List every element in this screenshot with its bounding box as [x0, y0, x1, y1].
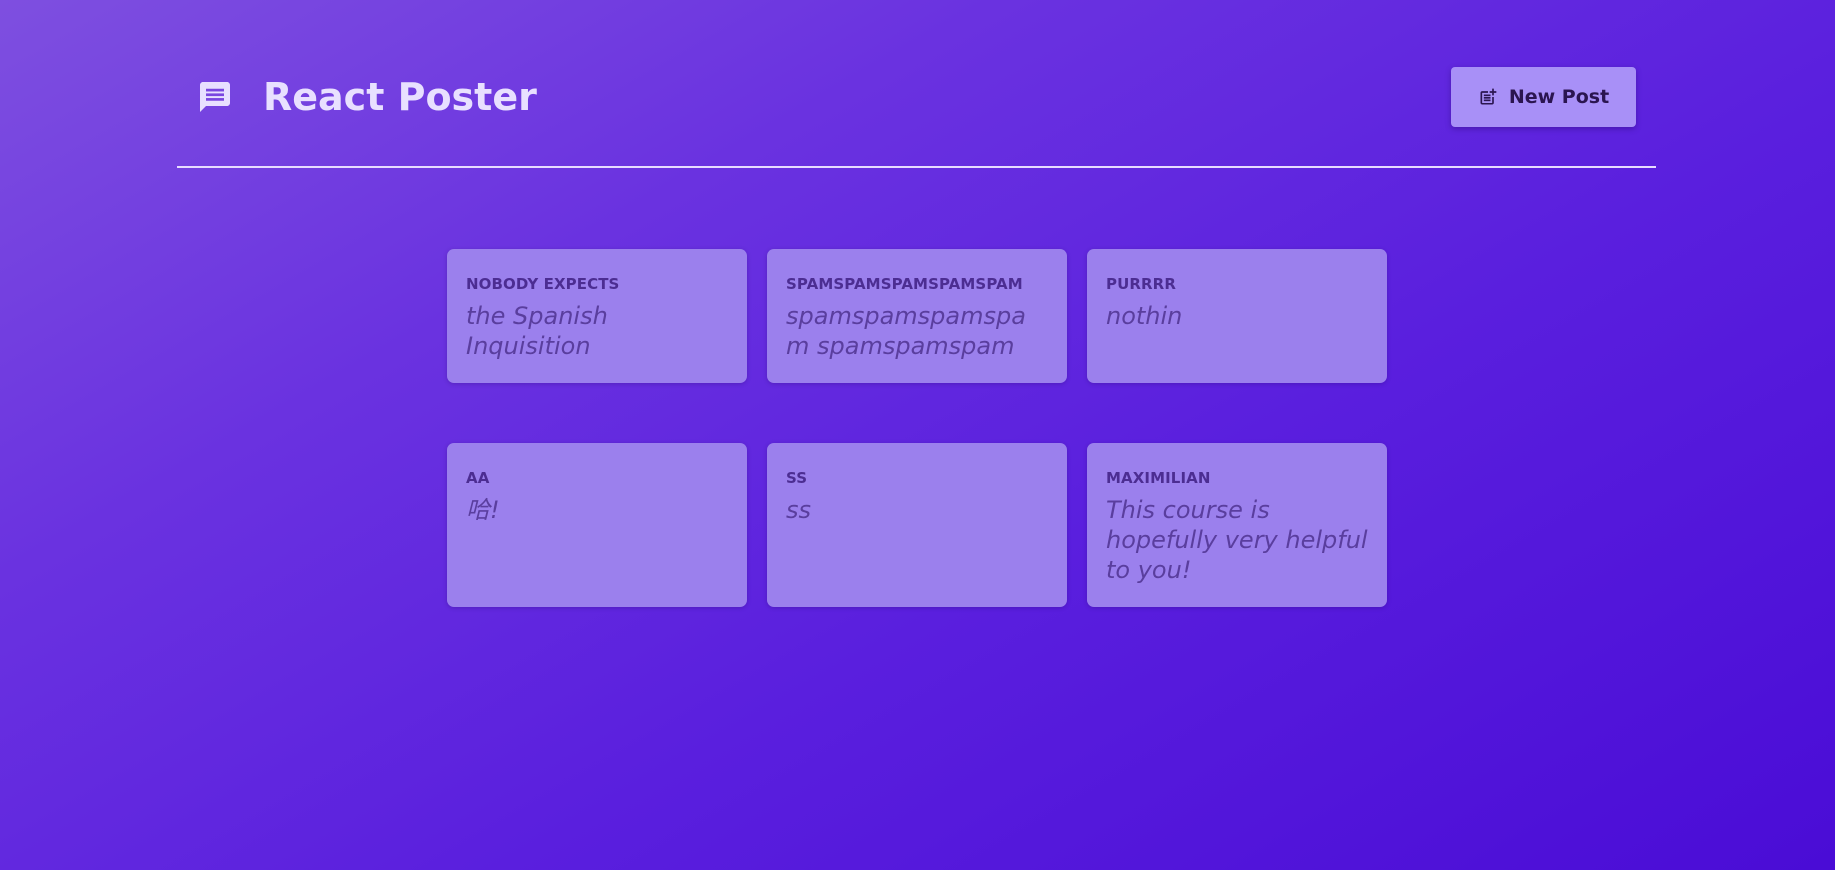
- message-icon: [200, 82, 230, 112]
- post-body: 哈!: [466, 496, 500, 524]
- new-post-label: New Post: [1508, 86, 1610, 108]
- logo: React Poster: [197, 66, 537, 128]
- post-card[interactable]: spamspamspamspamspam spamspamspamspam sp…: [767, 249, 1067, 383]
- post-author: Nobody Expects: [466, 275, 620, 293]
- post-body: nothin: [1106, 302, 1183, 330]
- post-author: AA: [466, 469, 490, 487]
- post-author: Maximilian: [1106, 469, 1211, 487]
- post-body: spamspamspamspam spamspamspam: [786, 302, 1026, 360]
- post-body: This course is hopefully very helpful to…: [1106, 496, 1368, 584]
- page-title: React Poster: [263, 75, 537, 119]
- post-card[interactable]: SS ss: [767, 443, 1067, 607]
- post-author: SS: [786, 469, 808, 487]
- post-add-icon: [1480, 88, 1497, 105]
- post-card[interactable]: AA 哈!: [447, 443, 747, 607]
- post-card[interactable]: Purrrr nothin: [1087, 249, 1387, 383]
- new-post-button[interactable]: New Post: [1451, 67, 1636, 127]
- post-author: spamspamspamspamspam: [786, 275, 1023, 293]
- app-header: React Poster New Post: [177, 66, 1656, 168]
- post-card[interactable]: Maximilian This course is hopefully very…: [1087, 443, 1387, 607]
- post-author: Purrrr: [1106, 275, 1176, 293]
- post-card[interactable]: Nobody Expects the Spanish Inquisition: [447, 249, 747, 383]
- post-body: ss: [786, 496, 812, 524]
- post-body: the Spanish Inquisition: [466, 302, 608, 360]
- posts-list: Nobody Expects the Spanish Inquisition s…: [447, 249, 1387, 607]
